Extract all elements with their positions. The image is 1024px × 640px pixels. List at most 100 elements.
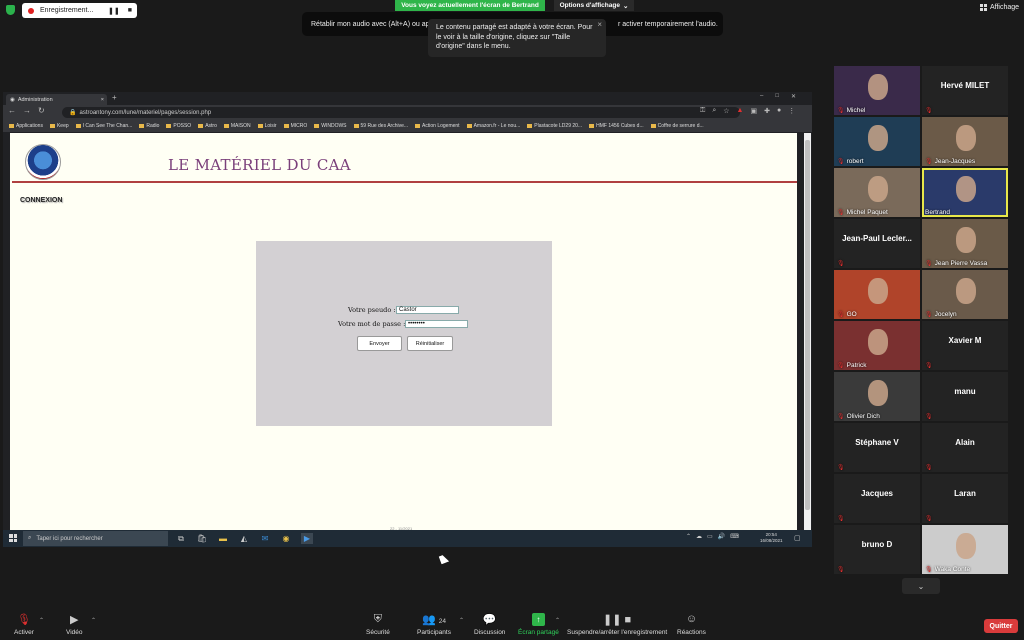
participant-tile[interactable]: Xavier M 🎙 xyxy=(922,321,1008,370)
bookmark-item[interactable]: HMF 1456 Cubes d... xyxy=(589,123,644,129)
view-mode-button[interactable]: Affichage xyxy=(980,4,1019,11)
participant-tile[interactable]: bruno D 🎙 xyxy=(834,525,920,574)
star-icon[interactable]: ☆ xyxy=(723,107,729,115)
chevron-up-icon[interactable]: ⌃ xyxy=(686,533,691,540)
reactions-button[interactable]: ☺ Réactions xyxy=(677,613,706,636)
zoom-icon[interactable]: ⌕ xyxy=(712,107,716,115)
participant-tile[interactable]: Hervé MILET 🎙 xyxy=(922,66,1008,115)
stop-recording-icon[interactable]: ■ xyxy=(128,7,132,15)
avatar[interactable]: ● xyxy=(777,107,781,115)
back-icon[interactable]: ← xyxy=(8,106,16,115)
muted-mic-icon: 🎙 xyxy=(837,159,845,165)
bookmark-item[interactable]: 59 Rue des Archive... xyxy=(353,123,408,129)
participant-tile[interactable]: Jacques 🎙 xyxy=(834,474,920,523)
participant-tile[interactable]: Bertrand xyxy=(922,168,1008,217)
taskbar-clock[interactable]: 20:54 16/08/2021 xyxy=(760,532,783,544)
puzzle-icon[interactable]: ✚ xyxy=(764,107,770,115)
password-input[interactable]: •••••••• xyxy=(405,320,468,328)
scrollbar-thumb[interactable] xyxy=(805,140,810,510)
bookmark-item[interactable]: Keep xyxy=(49,123,69,129)
address-bar[interactable]: 🔒 astroantony.com/lune/materiel/pages/se… xyxy=(62,107,740,118)
bookmark-item[interactable]: WINDOWS xyxy=(314,123,347,129)
notification-icon[interactable]: ▢ xyxy=(794,534,801,542)
minimize-icon[interactable]: – xyxy=(760,93,763,100)
video-options-caret[interactable]: ⌃ xyxy=(91,617,96,624)
participant-name: 🎙 Olivier Dich xyxy=(837,413,880,420)
participant-tile[interactable]: 🎙 Olivier Dich xyxy=(834,372,920,421)
view-options-button[interactable]: Options d'affichage ⌄ xyxy=(554,0,634,11)
bookmark-item[interactable]: Coffre de serrure d... xyxy=(650,123,704,129)
participants-options-caret[interactable]: ⌃ xyxy=(459,617,464,624)
bookmark-item[interactable]: Amazon.fr - Le nou... xyxy=(466,123,520,129)
cloud-icon[interactable]: ☁ xyxy=(696,533,702,540)
pseudo-input[interactable]: Castor xyxy=(396,306,459,314)
security-button[interactable]: ⛨ Sécurité xyxy=(366,613,390,636)
chat-button[interactable]: 💬 Discussion xyxy=(474,613,505,636)
app-icon[interactable]: ◭ xyxy=(238,533,250,544)
reset-button[interactable]: Réinitialiser xyxy=(407,336,453,351)
volume-icon[interactable]: 🔊 xyxy=(718,533,725,540)
bookmark-item[interactable]: Plastacote LD29 20... xyxy=(527,123,582,129)
pause-recording-icon[interactable]: ❚❚ xyxy=(108,7,120,15)
share-screen-button[interactable]: ↑ Écran partagé xyxy=(518,613,559,636)
participant-tile[interactable]: 🎙 Jean Pierre Vassa xyxy=(922,219,1008,268)
task-view-icon[interactable]: ⧉ xyxy=(175,533,187,544)
participant-tile[interactable]: Stéphane V 🎙 xyxy=(834,423,920,472)
participant-tile[interactable]: 🎙 Patrick xyxy=(834,321,920,370)
chrome-icon[interactable]: ◉ xyxy=(280,533,292,544)
maximize-icon[interactable]: □ xyxy=(775,93,779,100)
unmute-button[interactable]: 🎙 Activer xyxy=(14,613,34,636)
bookmark-favicon-icon xyxy=(650,124,656,128)
participant-tile[interactable]: manu 🎙 xyxy=(922,372,1008,421)
file-explorer-icon[interactable]: ▬ xyxy=(217,533,229,544)
submit-button[interactable]: Envoyer xyxy=(357,336,402,351)
gallery-next-button[interactable]: ⌄ xyxy=(902,578,940,594)
participant-tile[interactable]: 🎙 Jean-Jacques xyxy=(922,117,1008,166)
reload-icon[interactable]: ↻ xyxy=(38,106,45,115)
extension-icon[interactable]: ▣ xyxy=(750,107,757,115)
participant-tile[interactable]: 🎙 robert xyxy=(834,117,920,166)
language-icon[interactable]: ⌨ xyxy=(730,533,739,540)
bookmark-item[interactable]: Astro xyxy=(198,123,217,129)
bookmark-item[interactable]: POSSO xyxy=(166,123,191,129)
key-icon[interactable]: ⚿ xyxy=(700,107,705,115)
leave-meeting-button[interactable]: Quitter xyxy=(984,619,1018,633)
pdf-extension-icon[interactable]: ▲ xyxy=(737,107,744,115)
zoom-app-icon[interactable]: ▶ xyxy=(301,533,313,544)
close-window-icon[interactable]: ✕ xyxy=(791,93,796,100)
close-tab-icon[interactable]: × xyxy=(101,97,107,103)
participants-button[interactable]: 👥 24 Participants xyxy=(417,613,451,636)
bookmark-item[interactable]: Action Logement xyxy=(415,123,460,129)
video-button[interactable]: ▶ Vidéo xyxy=(66,613,83,636)
participant-tile[interactable]: 🎙 Michel xyxy=(834,66,920,115)
store-icon[interactable]: 🛍 xyxy=(196,533,208,544)
muted-mic-icon: 🎙 xyxy=(925,159,933,165)
close-icon[interactable]: × xyxy=(597,20,602,30)
participant-tile[interactable]: Alain 🎙 xyxy=(922,423,1008,472)
participant-tile[interactable]: 🎙 GO xyxy=(834,270,920,319)
outlook-icon[interactable]: ✉ xyxy=(259,533,271,544)
bookmark-item[interactable]: Loisir xyxy=(257,123,277,129)
windows-start-icon[interactable] xyxy=(9,534,17,542)
browser-tab[interactable]: ◉ Administration × xyxy=(6,94,107,105)
bookmark-favicon-icon xyxy=(466,124,472,128)
audio-options-caret[interactable]: ⌃ xyxy=(39,617,44,624)
participant-tile[interactable]: 🎙 Waka Conte xyxy=(922,525,1008,574)
share-options-caret[interactable]: ⌃ xyxy=(555,617,560,624)
participant-tile[interactable]: Laran 🎙 xyxy=(922,474,1008,523)
bookmark-item[interactable]: Radio xyxy=(139,123,159,129)
participant-tile[interactable]: Jean-Paul Lecler... 🎙 xyxy=(834,219,920,268)
bookmark-item[interactable]: MAISON xyxy=(223,123,251,129)
bookmark-item[interactable]: MICRO xyxy=(283,123,307,129)
participant-tile[interactable]: 🎙 Jocelyn xyxy=(922,270,1008,319)
bookmark-item[interactable]: Applications xyxy=(9,123,43,129)
menu-icon[interactable]: ⋮ xyxy=(788,107,795,115)
recording-control-button[interactable]: ❚❚ ■ Suspendre/arrêter l'enregistrement xyxy=(567,613,667,636)
participant-tile[interactable]: 🎙 Michel Paquet xyxy=(834,168,920,217)
forward-icon[interactable]: → xyxy=(23,106,31,115)
network-icon[interactable]: ▭ xyxy=(707,533,713,540)
new-tab-icon[interactable]: + xyxy=(112,93,117,102)
bookmark-item[interactable]: I Can See The Chan... xyxy=(75,123,132,129)
taskbar-search[interactable]: ⌕ Taper ici pour rechercher xyxy=(23,531,168,546)
mute-indicator: 🎙 xyxy=(837,260,845,267)
